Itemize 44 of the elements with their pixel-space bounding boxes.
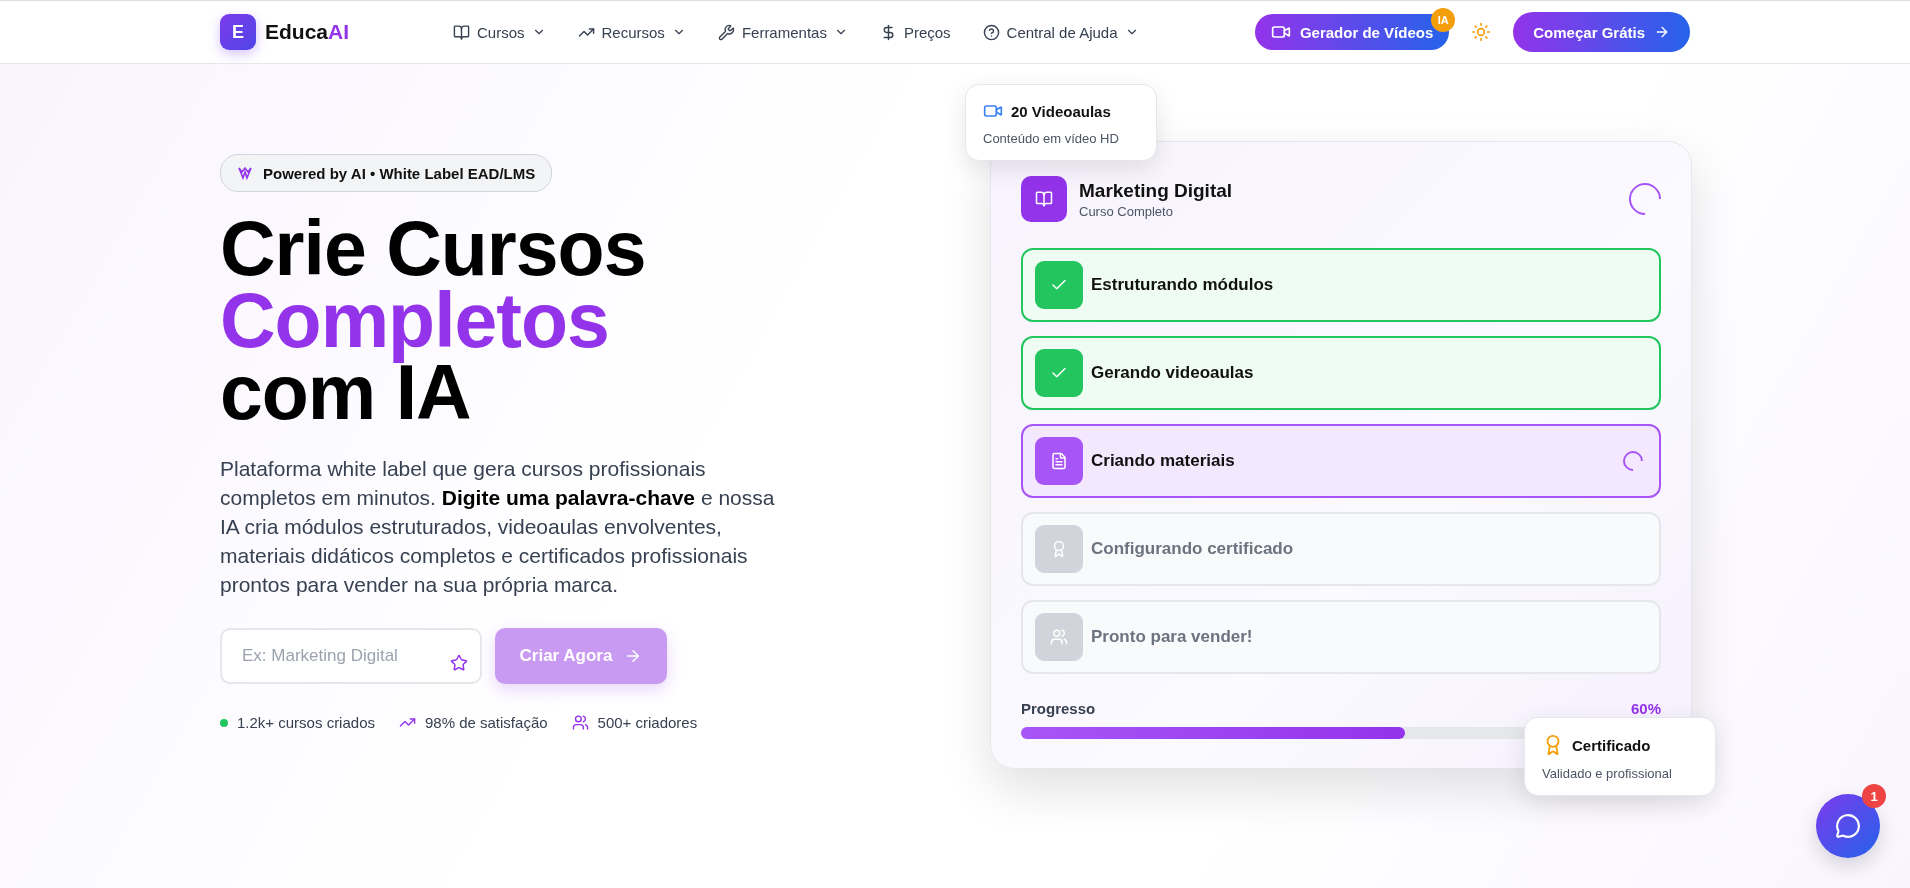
badge-text: Powered by AI • White Label EAD/LMS [263, 164, 536, 182]
star-icon [450, 654, 468, 672]
document-icon [1035, 437, 1083, 485]
ribbon-icon [1035, 525, 1083, 573]
help-icon [982, 23, 1000, 41]
course-subtitle: Curso Completo [1079, 203, 1174, 219]
book-icon [453, 23, 470, 41]
users-icon [571, 714, 589, 731]
check-icon [1035, 349, 1083, 397]
logo-mark: E [220, 14, 256, 50]
nav-link[interactable]: Ferramentas [717, 23, 848, 41]
step-label: Configurando certificado [1091, 539, 1295, 559]
nav-link[interactable]: Central de Ajuda [982, 23, 1139, 41]
popup-title: 20 Videoaulas [1011, 102, 1111, 120]
step-label: Estruturando módulos [1091, 275, 1275, 295]
brand-name: EducaAI [265, 20, 350, 44]
step-label: Gerando videoaulas [1091, 363, 1255, 383]
nav-link[interactable]: Recursos [577, 23, 686, 41]
progress-value: 60% [1630, 700, 1661, 717]
progress-label: Progresso [1021, 700, 1096, 717]
check-icon [1035, 261, 1083, 309]
nav-link[interactable]: Cursos [453, 23, 546, 41]
popup-title: Certificado [1572, 736, 1651, 754]
keyword-input-field[interactable]: Ex: Marketing Digital [220, 628, 482, 684]
course-title: Marketing Digital [1079, 179, 1234, 202]
wrench-icon [717, 23, 735, 41]
stat-text: 98% de satisfação [425, 714, 548, 731]
start-free-button[interactable]: Começar Grátis [1513, 12, 1690, 52]
notification-badge: 1 [1862, 784, 1886, 808]
course-book-icon [1021, 176, 1067, 222]
chat-button[interactable] [1816, 794, 1880, 858]
popup-subtitle: Conteúdo em vídeo HD [983, 131, 1120, 146]
step-label: Criando materiais [1091, 451, 1236, 471]
chat-bubble-icon [1835, 813, 1861, 839]
hero-description: Plataforma white label que gera cursos profissionais completos em minutos. Digite uma palavra-chave e nossa IA cria módulos estruturados, videoaulas envolventes, materiais didáticos completos e certificados profissionais prontos para vender na sua própria marca. [220, 456, 776, 598]
step-label: Pronto para vender! [1091, 627, 1254, 647]
arrow-right-icon [1654, 24, 1670, 40]
stat-text: 500+ criadores [597, 714, 698, 731]
popup-subtitle: Validado e profissional [1542, 766, 1673, 781]
nav-link[interactable]: Preços [879, 23, 951, 41]
hero-title-line: Crie Cursos [220, 212, 646, 291]
stat-text: 1.2k+ cursos criados [237, 714, 375, 731]
status-dot-icon [220, 718, 228, 727]
users-icon [1035, 613, 1083, 661]
